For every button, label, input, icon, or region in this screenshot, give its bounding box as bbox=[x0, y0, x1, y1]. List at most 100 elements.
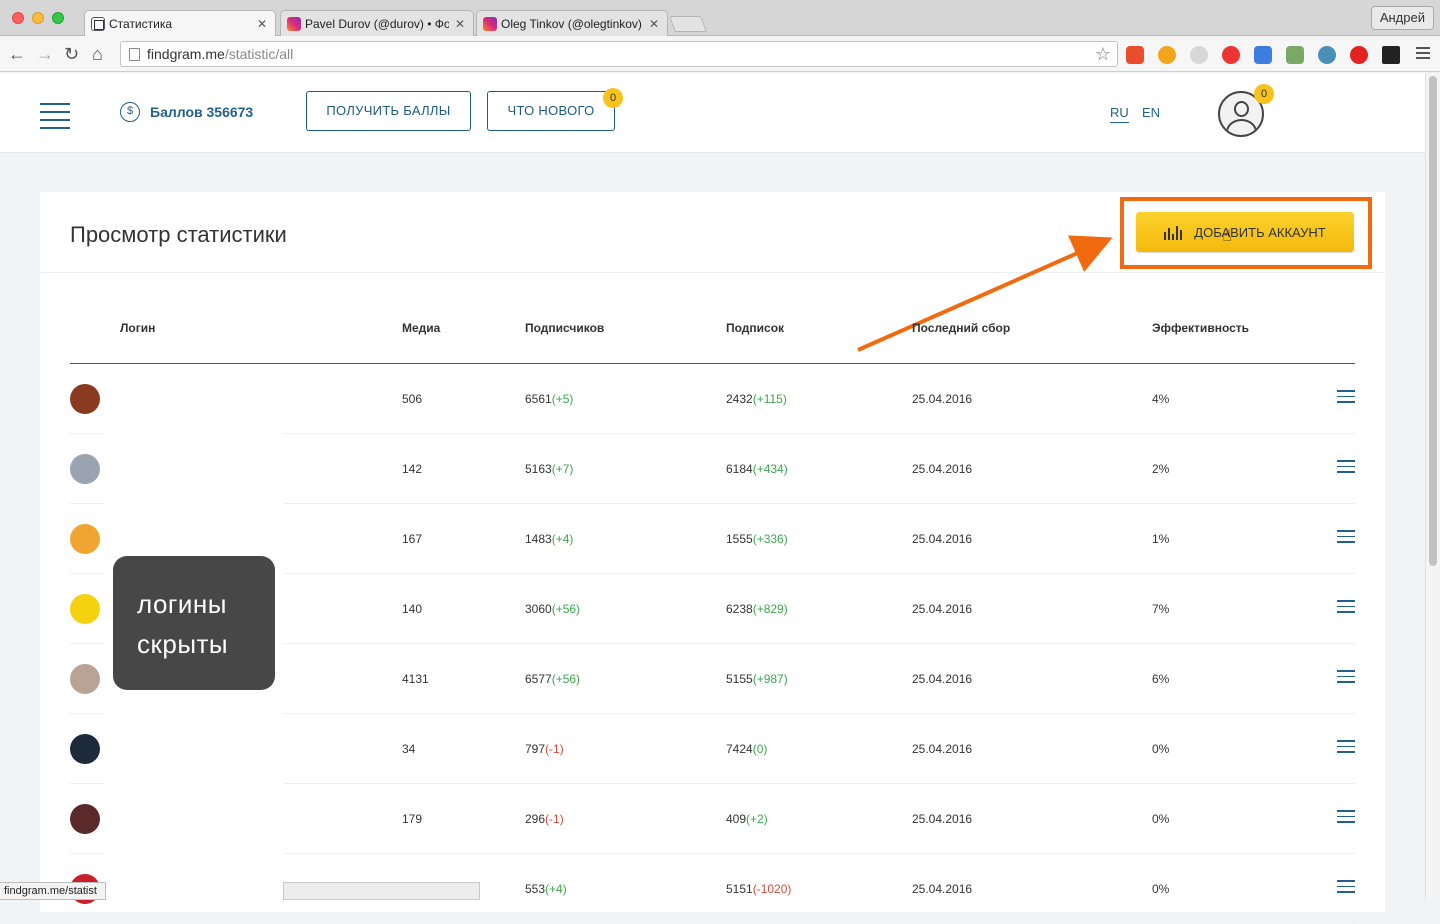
cell-media: 179 bbox=[402, 812, 423, 826]
close-tab-icon[interactable]: ✕ bbox=[257, 17, 267, 31]
row-menu-icon[interactable] bbox=[1337, 810, 1355, 827]
col-media[interactable]: Медиа bbox=[402, 321, 440, 335]
browser-menu-icon[interactable] bbox=[1416, 47, 1430, 62]
row-menu-icon[interactable] bbox=[1337, 670, 1355, 687]
bookmark-star-icon[interactable]: ☆ bbox=[1095, 42, 1111, 66]
back-arrow-icon[interactable]: ← bbox=[8, 44, 26, 64]
extension-puzzle-icon[interactable] bbox=[1126, 46, 1144, 64]
cell-media: 4131 bbox=[402, 672, 429, 686]
cell-followers: 296(-1) bbox=[525, 812, 564, 826]
followers-delta: (+4) bbox=[551, 532, 574, 546]
get-points-button[interactable]: ПОЛУЧИТЬ БАЛЛЫ bbox=[306, 91, 471, 131]
cell-efficiency: 7% bbox=[1152, 602, 1170, 616]
cell-followers: 1483(+4) bbox=[525, 532, 573, 546]
extension-coin-icon[interactable] bbox=[1158, 46, 1176, 64]
account-avatar[interactable] bbox=[70, 524, 100, 554]
close-tab-icon[interactable]: ✕ bbox=[455, 17, 465, 31]
table-header: Логин Медиа Подписчиков Подписок Последн… bbox=[70, 318, 1355, 364]
followers-delta: (-1) bbox=[545, 742, 564, 756]
close-tab-icon[interactable]: ✕ bbox=[649, 17, 659, 31]
account-avatar[interactable] bbox=[70, 804, 100, 834]
cell-following: 7424(0) bbox=[726, 742, 767, 756]
col-last-sync[interactable]: Последний сбор bbox=[912, 321, 1010, 335]
minimize-window-button[interactable] bbox=[32, 12, 44, 24]
coin-icon: $ bbox=[120, 102, 140, 122]
hamburger-menu-icon[interactable] bbox=[40, 103, 70, 135]
url-host: findgram.me bbox=[147, 46, 225, 62]
extension-green-icon[interactable] bbox=[1286, 46, 1304, 64]
tab-pavel-durov[interactable]: Pavel Durov (@durov) • Фо ✕ bbox=[280, 10, 474, 36]
tab-title: Статистика bbox=[109, 17, 173, 31]
forward-arrow-icon[interactable]: → bbox=[36, 44, 54, 64]
reload-icon[interactable]: ↻ bbox=[64, 44, 79, 64]
followers-delta: (+4) bbox=[545, 882, 567, 896]
account-avatar[interactable] bbox=[70, 384, 100, 414]
row-menu-icon[interactable] bbox=[1337, 600, 1355, 617]
extension-drive-icon[interactable] bbox=[1318, 46, 1336, 64]
cell-efficiency: 0% bbox=[1152, 882, 1170, 896]
account-avatar[interactable] bbox=[70, 454, 100, 484]
row-menu-icon[interactable] bbox=[1337, 880, 1355, 897]
extension-translate-icon[interactable] bbox=[1254, 46, 1272, 64]
zoom-window-button[interactable] bbox=[52, 12, 64, 24]
cell-followers: 553(+4) bbox=[525, 882, 567, 896]
cell-last-sync: 25.04.2016 bbox=[912, 462, 973, 476]
col-following[interactable]: Подписок bbox=[726, 321, 784, 335]
browser-tab-bar: Статистика ✕ Pavel Durov (@durov) • Фо ✕… bbox=[0, 0, 1440, 37]
row-menu-icon[interactable] bbox=[1337, 740, 1355, 757]
row-menu-icon[interactable] bbox=[1337, 390, 1355, 407]
cell-efficiency: 0% bbox=[1152, 742, 1170, 756]
cell-last-sync: 25.04.2016 bbox=[912, 742, 973, 756]
hidden-logins-line2: скрыты bbox=[137, 629, 229, 659]
hand-cursor-icon: ☝ bbox=[1222, 228, 1232, 245]
page-title: Просмотр статистики bbox=[70, 222, 287, 247]
col-login[interactable]: Логин bbox=[120, 321, 155, 335]
horizontal-scrollbar[interactable] bbox=[283, 882, 480, 900]
cell-following: 409(+2) bbox=[726, 812, 768, 826]
lang-ru-link[interactable]: RU bbox=[1110, 105, 1129, 123]
cell-followers: 797(-1) bbox=[525, 742, 564, 756]
browser-profile-button[interactable]: Андрей bbox=[1370, 6, 1434, 30]
col-followers[interactable]: Подписчиков bbox=[525, 321, 604, 335]
row-menu-icon[interactable] bbox=[1337, 460, 1355, 477]
cell-efficiency: 1% bbox=[1152, 532, 1170, 546]
following-count: 2432 bbox=[726, 392, 753, 406]
profile-badge: 0 bbox=[1254, 84, 1274, 104]
instagram-favicon-icon bbox=[287, 16, 301, 31]
extension-moon-icon[interactable] bbox=[1190, 46, 1208, 64]
row-menu-icon[interactable] bbox=[1337, 530, 1355, 547]
close-window-button[interactable] bbox=[12, 12, 24, 24]
followers-count: 797 bbox=[525, 742, 546, 756]
lang-en-link[interactable]: EN bbox=[1142, 105, 1160, 120]
cell-following: 6238(+829) bbox=[726, 602, 788, 616]
cell-media: 167 bbox=[402, 532, 423, 546]
cell-last-sync: 25.04.2016 bbox=[912, 672, 973, 686]
cell-following: 5155(+987) bbox=[726, 672, 788, 686]
extension-timer-icon[interactable] bbox=[1222, 46, 1240, 64]
account-avatar[interactable] bbox=[70, 734, 100, 764]
followers-delta: (-1) bbox=[545, 812, 564, 826]
followers-count: 5163 bbox=[525, 462, 552, 476]
tab-oleg-tinkov[interactable]: Oleg Tinkov (@olegtinkov) ✕ bbox=[476, 10, 668, 36]
following-delta: (+115) bbox=[752, 392, 787, 406]
cell-followers: 6561(+5) bbox=[525, 392, 573, 406]
new-tab-button[interactable] bbox=[669, 16, 707, 32]
balance-display: $ Баллов 356673 bbox=[120, 102, 253, 122]
cell-last-sync: 25.04.2016 bbox=[912, 602, 973, 616]
page-scrollbar-thumb[interactable] bbox=[1429, 76, 1437, 566]
whats-new-button[interactable]: ЧТО НОВОГО bbox=[487, 91, 615, 131]
hidden-logins-line1: логины bbox=[137, 589, 227, 619]
extension-power-icon[interactable] bbox=[1350, 46, 1368, 64]
tab-title: Pavel Durov (@durov) • Фо bbox=[305, 16, 449, 31]
home-icon[interactable]: ⌂ bbox=[92, 44, 103, 64]
tab-statistics[interactable]: Статистика ✕ bbox=[84, 10, 276, 37]
col-efficiency[interactable]: Эффективность bbox=[1152, 321, 1249, 335]
extension-bird-icon[interactable] bbox=[1382, 46, 1400, 64]
following-count: 5151 bbox=[726, 882, 753, 896]
cell-followers: 3060(+56) bbox=[525, 602, 580, 616]
address-bar[interactable]: findgram.me/statistic/all ☆ bbox=[120, 41, 1118, 67]
account-avatar[interactable] bbox=[70, 664, 100, 694]
following-count: 6238 bbox=[726, 602, 753, 616]
cell-following: 2432(+115) bbox=[726, 392, 787, 406]
account-avatar[interactable] bbox=[70, 594, 100, 624]
